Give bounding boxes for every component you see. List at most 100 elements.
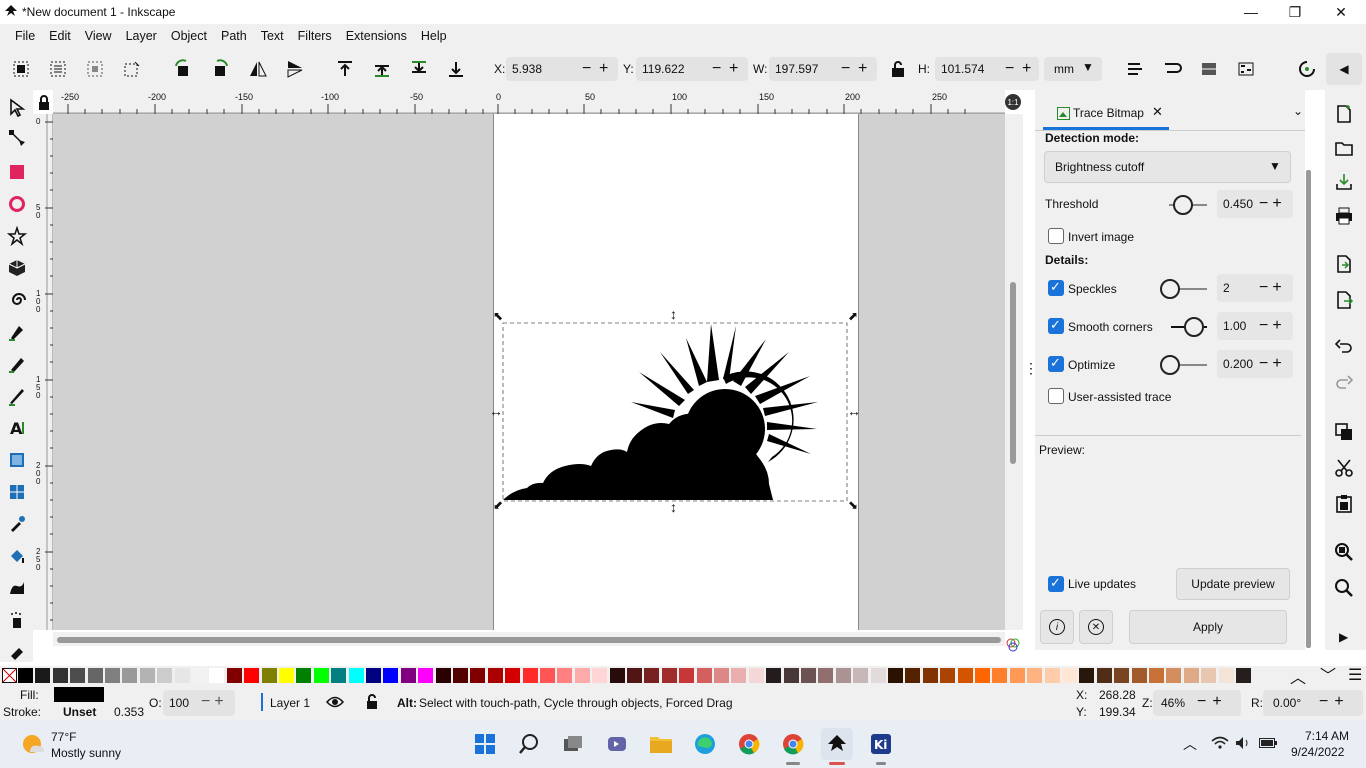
traced-artwork[interactable] [493,314,859,514]
dock-handle-icon[interactable]: ⋮ [1024,361,1038,375]
palette-swatch[interactable] [52,668,68,683]
palette-swatch[interactable] [1183,668,1199,683]
optimize-value[interactable]: 0.200 [1223,357,1253,371]
current-layer[interactable]: Layer 1 [270,696,310,710]
dock-menu-chevron-icon[interactable]: ⌄ [1293,104,1303,118]
palette-swatch[interactable] [418,668,434,683]
vertical-scroll-thumb[interactable] [1010,282,1016,464]
palette-swatch[interactable] [1218,668,1234,683]
w-decrement-button[interactable]: − [841,61,850,77]
scale-corners-icon[interactable] [1161,58,1183,80]
clock-time[interactable]: 7:14 AM [1305,729,1349,743]
palette-swatch[interactable] [801,668,816,683]
paint-bucket-tool-icon[interactable] [7,546,27,566]
color-manage-icon[interactable] [1005,637,1021,653]
x-value[interactable]: 5.938 [512,62,542,76]
y-decrement-button[interactable]: − [712,61,721,77]
palette-menu-icon[interactable]: ☰ [1348,665,1362,685]
toolbar-overflow-button[interactable]: ◀ [1326,53,1362,85]
palette-swatch[interactable] [348,668,364,683]
palette-swatch[interactable] [1201,668,1217,683]
optimize-checkbox[interactable] [1048,355,1064,372]
redo-icon[interactable] [1334,374,1354,394]
show-hidden-icons-chevron-icon[interactable]: ︿ [1183,734,1197,754]
touch-select-icon[interactable] [121,58,143,80]
speckles-value[interactable]: 2 [1223,281,1230,295]
palette-swatch[interactable] [105,668,120,683]
palette-swatch[interactable] [940,668,956,683]
menu-object[interactable]: Object [164,24,214,48]
spray-tool-icon[interactable] [7,610,27,630]
palette-swatch[interactable] [1044,668,1060,683]
ellipse-tool-icon[interactable] [7,194,27,214]
lower-to-bottom-icon[interactable] [445,58,467,80]
speckles-stepper-icon[interactable]: −+ [1259,279,1293,297]
palette-swatch[interactable] [1062,668,1077,683]
threshold-spin[interactable]: 0.450 −+ [1217,190,1293,218]
weather-temperature[interactable]: 77°F [51,730,76,744]
h-decrement-button[interactable]: − [1005,61,1014,77]
no-paint-swatch-icon[interactable] [2,668,17,683]
stroke-width[interactable]: 0.353 [114,705,144,719]
palette-swatch[interactable] [1236,668,1251,683]
palette-swatch[interactable] [1166,668,1182,683]
menu-layer[interactable]: Layer [119,24,164,48]
resize-handle-nw-icon[interactable]: ⬉ [493,309,503,323]
vertical-scrollbar[interactable] [1005,114,1023,630]
palette-swatch[interactable] [592,668,608,683]
chrome-button[interactable] [733,728,765,760]
palette-swatch[interactable] [279,668,294,683]
resize-handle-w-icon[interactable]: ↔ [489,403,503,419]
raise-icon[interactable] [371,58,393,80]
palette-swatch[interactable] [435,668,451,683]
battery-icon[interactable] [1259,738,1277,748]
palette-swatch[interactable] [35,668,51,683]
detection-mode-select[interactable]: Brightness cutoff ▼ [1044,151,1291,183]
text-tool-icon[interactable]: A [7,418,27,438]
palette-swatch[interactable] [296,668,312,683]
layer-visibility-eye-icon[interactable] [326,695,344,709]
x-decrement-button[interactable]: − [582,61,591,77]
smooth-corners-value[interactable]: 1.00 [1223,319,1246,333]
palette-swatch[interactable] [87,668,103,683]
stop-button[interactable]: ✕ [1079,610,1113,644]
print-icon[interactable] [1334,206,1354,226]
palette-swatch[interactable] [174,668,190,683]
speckles-spin[interactable]: 2 −+ [1217,274,1293,302]
palette-swatch[interactable] [835,668,851,683]
zoom-stepper-icon[interactable]: −+ [1197,693,1228,711]
palette-swatch[interactable] [505,668,521,683]
smooth-corners-checkbox[interactable] [1048,317,1064,334]
optimize-slider-knob[interactable] [1160,355,1180,375]
palette-swatch[interactable] [540,668,555,683]
palette-swatch[interactable] [957,668,973,683]
live-updates-checkbox[interactable] [1048,575,1064,592]
palette-swatch[interactable] [453,668,468,683]
close-tab-icon[interactable]: ✕ [1152,104,1163,120]
menu-edit[interactable]: Edit [42,24,78,48]
palette-swatch[interactable] [1009,668,1025,683]
palette-swatch[interactable] [748,668,764,683]
transform-gradients-icon[interactable] [1198,58,1220,80]
resize-handle-e-icon[interactable]: ↔ [847,403,861,419]
speckles-slider-knob[interactable] [1160,279,1180,299]
palette-scroll-down-icon[interactable]: ﹀ [1320,662,1336,686]
palette-swatch[interactable] [922,668,938,683]
stroke-value[interactable]: Unset [63,705,96,719]
palette-swatch[interactable] [70,668,86,683]
deselect-icon[interactable] [84,58,106,80]
kivy-taskbar-button[interactable]: Ki [865,728,897,760]
export-icon[interactable] [1334,290,1354,310]
zoom-field[interactable]: 46% −+ [1153,690,1241,716]
palette-swatch[interactable] [18,668,33,683]
palette-swatch[interactable] [644,668,660,683]
palette-swatch[interactable] [366,668,381,683]
palette-swatch[interactable] [400,668,416,683]
inkscape-taskbar-button[interactable] [821,728,853,760]
palette-swatch[interactable] [139,668,155,683]
smooth-corners-slider-knob[interactable] [1184,317,1204,337]
snap-icon[interactable] [1296,58,1318,80]
w-value[interactable]: 197.597 [775,62,818,76]
resize-handle-sw-icon[interactable]: ⬋ [493,498,503,512]
menu-extensions[interactable]: Extensions [339,24,414,48]
